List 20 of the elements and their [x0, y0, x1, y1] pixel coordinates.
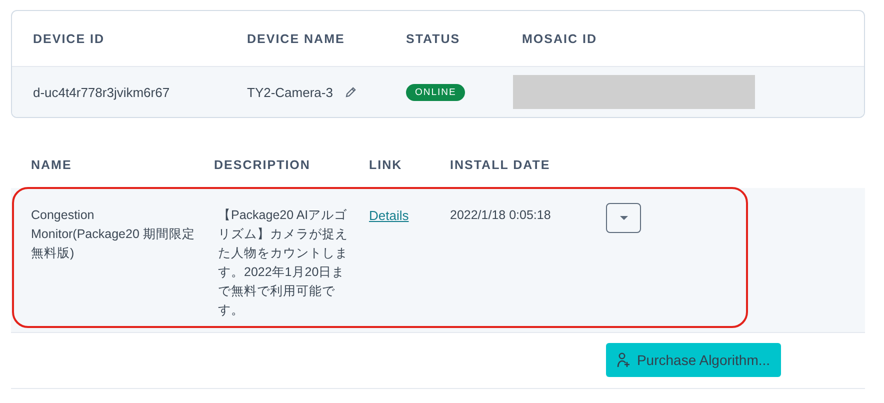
- edit-icon[interactable]: [344, 86, 357, 98]
- column-header: DEVICE ID: [33, 32, 106, 46]
- purchase-button[interactable]: Purchase Algorithm...: [606, 343, 781, 377]
- column-header: DEVICE NAME: [247, 32, 346, 46]
- device-id: d-uc4t4r778r3jvikm6r67: [33, 84, 171, 100]
- status-badge: ONLINE: [406, 84, 466, 101]
- column-header: INSTALL DATE: [450, 158, 552, 174]
- algorithm-description: 【Package20 AIアルゴリズム】カメラが捉えた人物をカウントします。2022年1月20日まで無料で利用可能です。: [218, 207, 349, 319]
- column-header: LINK: [369, 158, 404, 174]
- algorithm-name: Congestion Monitor(Package20 期間限定無料版): [31, 207, 195, 262]
- column-header: NAME: [31, 158, 73, 174]
- details-link[interactable]: Details: [369, 208, 409, 223]
- caret-icon: [620, 216, 628, 220]
- install-date: 2022/1/18 0:05:18: [450, 207, 552, 224]
- device-name: TY2-Camera-3: [247, 84, 333, 100]
- column-header: MOSAIC ID: [522, 32, 598, 46]
- column-header: DESCRIPTION: [214, 158, 312, 174]
- dropdown-button[interactable]: [606, 203, 641, 233]
- column-header: STATUS: [406, 32, 462, 46]
- user-plus-icon: [616, 352, 631, 368]
